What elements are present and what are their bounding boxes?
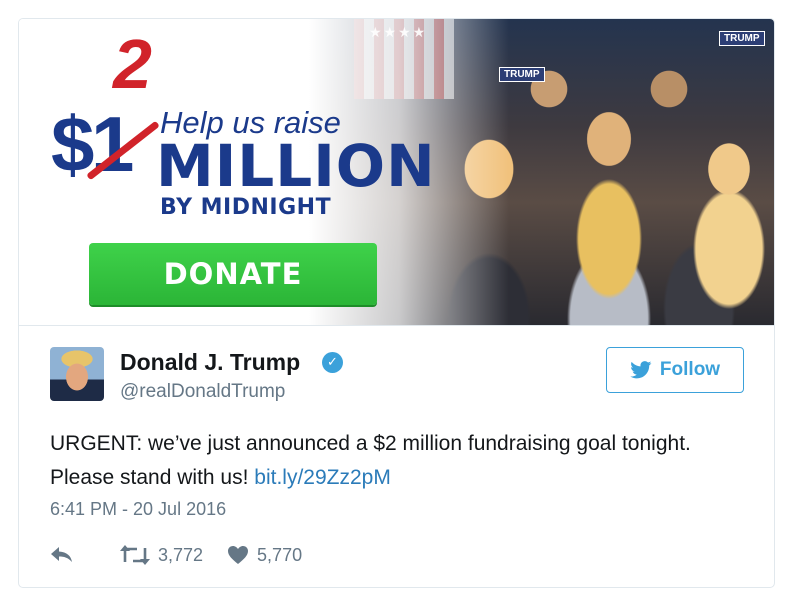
crowd-sign: TRUMP [499, 67, 545, 82]
donate-button[interactable]: DONATE [89, 243, 377, 305]
follow-button[interactable]: Follow [606, 347, 744, 393]
author-avatar[interactable] [50, 347, 104, 401]
banner-new-goal-digit: 2 [113, 25, 152, 103]
author-name[interactable]: Donald J. Trump [120, 349, 300, 376]
banner-million-text: MILLION [156, 132, 436, 200]
reply-icon [51, 547, 72, 562]
twitter-bird-icon [630, 361, 652, 379]
retweet-count: 3,772 [158, 544, 204, 565]
tweet-timestamp[interactable]: 6:41 PM - 20 Jul 2016 [50, 499, 226, 520]
tweet-card: ★★★★ TRUMP TRUMP 2 $ 1 Help us raise MIL… [18, 18, 775, 588]
heart-icon [228, 546, 249, 564]
banner-dollar-sign: $ [51, 100, 95, 188]
tweet-link[interactable]: bit.ly/29Zz2pM [254, 466, 391, 489]
campaign-banner-image[interactable]: ★★★★ TRUMP TRUMP 2 $ 1 Help us raise MIL… [19, 19, 774, 326]
tweet-actions: 3,772 5,770 [50, 542, 302, 568]
retweet-icon [120, 545, 150, 565]
follow-label: Follow [659, 359, 721, 380]
banner-midnight-text: BY MIDNIGHT [160, 195, 332, 220]
crowd-sign: TRUMP [719, 31, 765, 46]
tweet-text: URGENT: we’ve just announced a $2 millio… [50, 427, 750, 495]
like-button[interactable]: 5,770 [227, 545, 302, 566]
like-count: 5,770 [257, 544, 303, 565]
retweet-button[interactable]: 3,772 [120, 545, 203, 566]
author-handle[interactable]: @realDonaldTrump [120, 381, 285, 403]
verified-badge-icon: ✓ [322, 352, 343, 373]
reply-button[interactable] [50, 546, 82, 564]
